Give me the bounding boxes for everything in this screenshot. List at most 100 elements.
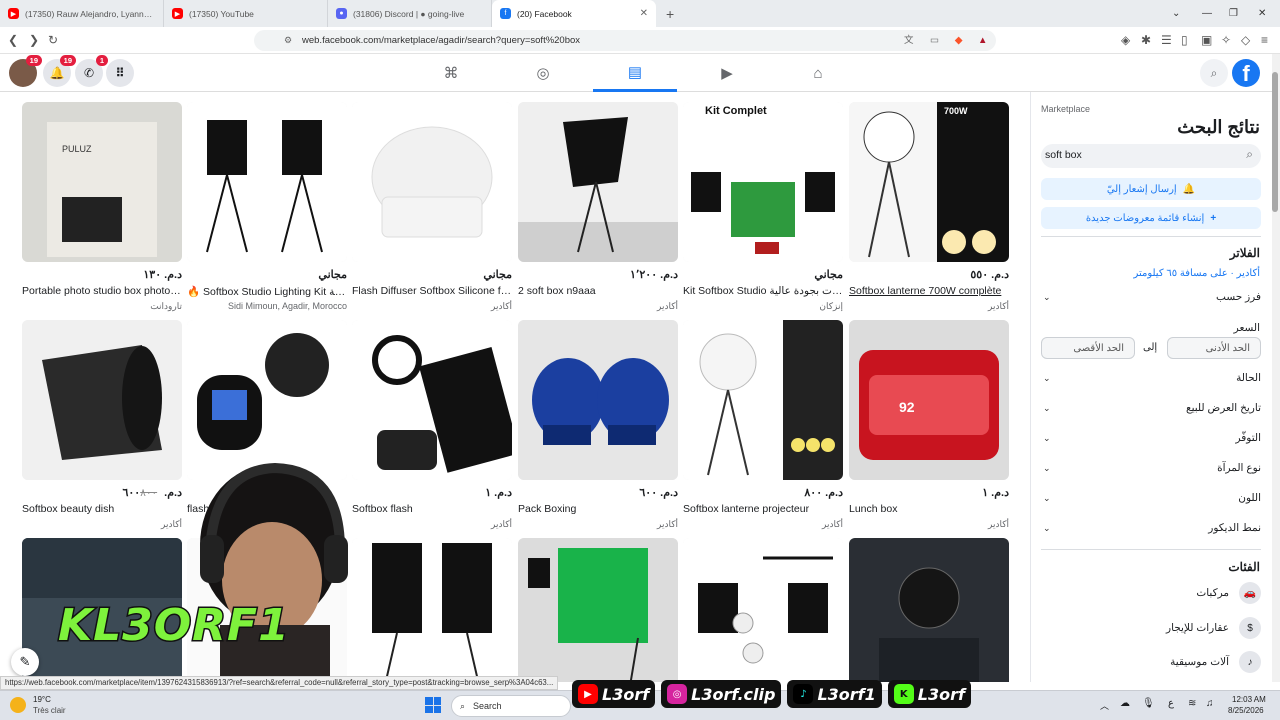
site-info-icon[interactable]: ⚙ [284,30,292,51]
clock-time[interactable]: 12:03 AM [1232,695,1266,704]
listing-card[interactable]: 92 د.م. ١ Lunch box أكادير [849,320,1009,535]
listing-image[interactable] [187,102,347,262]
listing-image[interactable]: 700W [849,102,1009,262]
nav-watch[interactable]: ▶ [685,54,769,92]
category-property-rentals[interactable]: عقارات للإيجار $ [1043,617,1261,639]
listing-image[interactable]: 92 [849,320,1009,480]
shield-icon[interactable]: ◇ [1241,33,1250,47]
category-vehicles[interactable]: مركبات 🚗 [1043,582,1261,604]
clock-date[interactable]: 8/25/2026 [1228,706,1264,715]
listing-card[interactable] [683,538,843,682]
listing-card[interactable] [352,538,512,682]
weather-icon[interactable] [10,697,26,713]
search-button[interactable]: ⌕ [1200,59,1228,87]
listing-image[interactable] [352,538,512,682]
listing-title[interactable]: Portable photo studio box photog... [22,285,182,297]
brave-rewards-icon[interactable]: ▲ [978,30,987,51]
listing-image[interactable] [683,320,843,480]
filter-color[interactable]: اللون ⌄ [1043,492,1261,504]
messenger-button[interactable]: ✆ 1 [75,55,108,87]
weather-temp[interactable]: 19°C [33,695,51,704]
new-tab-button[interactable]: + [656,0,684,27]
create-listing-button[interactable]: إنشاء قائمة معروضات جديدة + [1041,207,1261,229]
mic-icon[interactable]: 🎙 [1142,698,1155,709]
listing-title[interactable]: Softbox lanterne projecteur [683,503,843,515]
listing-image[interactable] [518,320,678,480]
listing-image[interactable] [683,538,843,682]
listing-image[interactable] [352,320,512,480]
listing-card[interactable] [849,538,1009,682]
reading-list-icon[interactable]: ☰ [1161,33,1172,47]
breadcrumb[interactable]: Marketplace [1041,104,1090,114]
wallet-icon[interactable]: ▣ [1201,33,1212,47]
listing-title[interactable]: Lunch box [849,503,1009,515]
filter-condition[interactable]: الحالة ⌄ [1043,372,1261,384]
listing-card[interactable] [518,538,678,682]
browser-tab[interactable]: ▶ (17350) Rauw Alejandro, Lyanno, Bra [0,0,164,27]
brave-shield-icon[interactable]: ◆ [955,30,962,51]
windows-start-icon[interactable] [425,697,441,713]
listing-card[interactable]: د.م. ٦٠٠٨٠٠ Softbox beauty dish أكادير [22,320,182,535]
taskbar-search[interactable]: ⌕ Search [451,695,571,717]
min-price-field[interactable]: الحد الأدنى [1167,337,1261,359]
url-field[interactable]: ⚙ web.facebook.com/marketplace/agadir/se… [254,30,996,51]
listing-card[interactable]: مجاني 🔥 Softbox Studio Lighting Kit عالية… [187,102,347,317]
leo-ai-icon[interactable]: ✧ [1221,33,1231,47]
translate-icon[interactable]: 文 [904,30,914,51]
avatar[interactable]: 19 [9,55,42,87]
listing-image[interactable] [352,102,512,262]
location-filter[interactable]: أكادير · على مسافة ٦٥ كيلومتر [1133,268,1260,279]
browser-tab[interactable]: ▶ (17350) YouTube [164,0,328,27]
listing-title[interactable]: Softbox lanterne 700W complète [849,285,1009,297]
vpn-icon[interactable]: ◈ [1121,33,1130,47]
listing-card[interactable]: Kit Complet مجاني Kit Softbox Studio هات ب… [683,102,843,317]
filter-date-listed[interactable]: تاريخ العرض للبيع ⌄ [1043,402,1261,414]
listing-card[interactable]: د.م. ١٬٢٠٠ 2 soft box n9aaa أكادير [518,102,678,317]
page-scrollbar[interactable] [1272,54,1280,682]
filter-mirror-type[interactable]: نوع المرآة ⌄ [1043,462,1261,474]
listing-card[interactable]: 700W د.م. ٥٥٠ Softbox lanterne 700W complè… [849,102,1009,317]
search-input[interactable]: soft box ⌕ [1041,144,1261,168]
extensions-icon[interactable]: ✱ [1141,33,1151,47]
listing-card[interactable]: مجاني Flash Diffuser Softbox Silicone for… [352,102,512,317]
wifi-icon[interactable]: ≋ [1188,698,1196,709]
nav-home[interactable]: ⌂ [776,54,860,92]
cast-icon[interactable]: ▭ [930,30,939,51]
nav-marketplace[interactable]: ▤ [593,54,677,92]
listing-title[interactable]: Flash Diffuser Softbox Silicone for ... [352,285,512,297]
listing-title[interactable]: Pack Boxing [518,503,678,515]
sort-by-filter[interactable]: فرز حسب ⌄ [1043,291,1261,303]
close-window-icon[interactable]: ✕ [1258,0,1266,27]
menu-button[interactable]: ⠿ [106,59,134,87]
reload-icon[interactable]: ↻ [48,33,58,47]
listing-card[interactable]: د.م. ٦٠٠ Pack Boxing أكادير [518,320,678,535]
listing-title[interactable]: Kit Softbox Studio هات بجودة عالية... [683,285,843,297]
browser-tab[interactable]: ● (31806) Discord | ● going-live [328,0,492,27]
listing-card[interactable]: د.م. ٨٠٠ Softbox lanterne projecteur أكادي… [683,320,843,535]
listing-image[interactable]: Kit Complet [683,102,843,262]
listing-title[interactable]: Softbox flash [352,503,512,515]
scrollbar-thumb[interactable] [1272,72,1278,212]
maximize-icon[interactable]: ❐ [1229,0,1238,27]
filter-availability[interactable]: التوفّر ⌄ [1043,432,1261,444]
tab-list-chevron-icon[interactable]: ⌄ [1172,0,1180,27]
nav-gaming[interactable]: ⌘ [409,54,493,92]
category-musical-instruments[interactable]: آلات موسيقية ♪ [1043,651,1261,673]
listing-title[interactable]: 2 soft box n9aaa [518,285,678,297]
nav-groups[interactable]: ◎ [501,54,585,92]
facebook-logo[interactable]: f [1232,59,1260,87]
listing-image[interactable]: PULUZ [22,102,182,262]
close-tab-icon[interactable]: ✕ [640,8,648,19]
listing-image[interactable] [518,538,678,682]
language-icon[interactable]: ع [1168,698,1174,709]
max-price-field[interactable]: الحد الأقصى [1041,337,1135,359]
weather-desc[interactable]: Très clair [33,706,66,715]
sidebar-icon[interactable]: ▯ [1181,33,1188,47]
listing-image[interactable] [22,320,182,480]
listing-image[interactable] [849,538,1009,682]
minimize-icon[interactable]: — [1202,0,1212,27]
tray-chevron-icon[interactable]: ︿ [1100,699,1109,712]
volume-icon[interactable]: ♫ [1206,698,1214,709]
listing-title[interactable]: Softbox beauty dish [22,503,182,515]
filter-decor-style[interactable]: نمط الديكور ⌄ [1043,522,1261,534]
